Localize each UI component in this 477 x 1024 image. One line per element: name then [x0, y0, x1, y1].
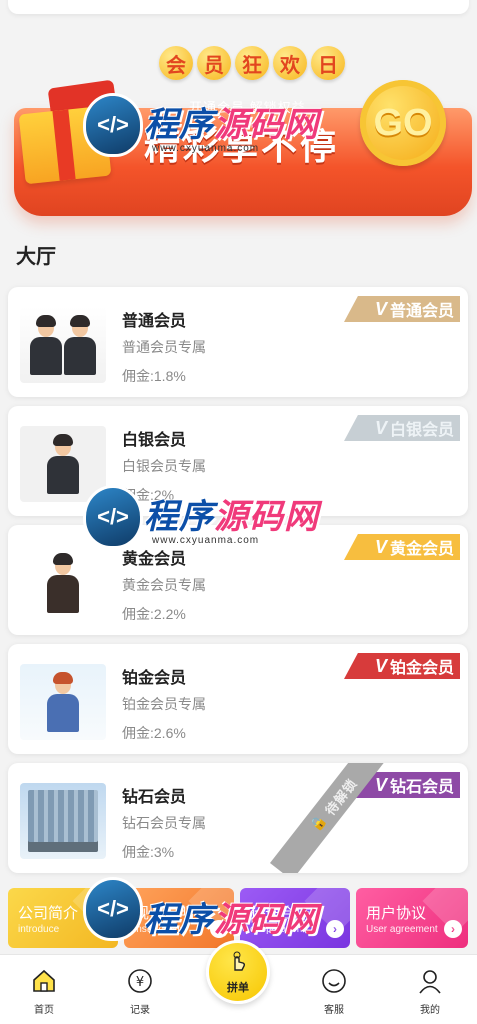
yen-circle-icon: ¥ — [126, 967, 154, 995]
banner-pill: 员 — [197, 46, 231, 80]
watermark-url: www.cxyuanma.com — [152, 143, 260, 154]
office-building-avatar — [20, 783, 106, 859]
member-commission: 佣金:2.6% — [122, 725, 186, 741]
nav-group-order-button[interactable]: 拼单 — [206, 940, 270, 1004]
graduates-avatar — [20, 307, 106, 383]
home-icon — [30, 967, 58, 995]
watermark-url: www.cxyuanma.com — [152, 535, 260, 546]
watermark-cn-b: 源码网 — [214, 498, 319, 536]
member-card-zuanshi[interactable]: 钻石会员 钻石会员专属 佣金:3% V 钻石会员 🔒 待解锁 — [8, 763, 468, 873]
banner-pill: 会 — [159, 46, 193, 80]
tile-title: 公司简介 — [18, 905, 79, 922]
banner-pill: 日 — [311, 46, 345, 80]
tap-hand-icon — [227, 950, 249, 977]
tile-subtitle: User agreement — [366, 924, 438, 935]
banner-pill: 欢 — [273, 46, 307, 80]
chevron-right-icon: › — [444, 920, 462, 938]
nav-label: 客服 — [324, 1005, 344, 1016]
banner-pill: 狂 — [235, 46, 269, 80]
member-tag: V 黄金会员 — [344, 534, 460, 560]
lock-icon: 🔒 — [307, 811, 330, 835]
tile-user-agreement[interactable]: 用户协议 User agreement › — [356, 888, 468, 948]
nav-label: 记录 — [130, 1005, 150, 1016]
manager-avatar — [20, 545, 106, 621]
watermark-cn-a: 程序 — [144, 901, 214, 939]
nav-label: 首页 — [34, 1005, 54, 1016]
banner-title-pills: 会 员 狂 欢 日 — [159, 46, 345, 80]
chevron-right-icon: › — [326, 920, 344, 938]
member-desc: 钻石会员专属 — [122, 815, 206, 831]
member-desc: 铂金会员专属 — [122, 696, 206, 712]
watermark-cn-a: 程序 — [144, 106, 214, 144]
code-shield-icon: </> — [86, 96, 140, 154]
go-label: GO — [373, 101, 433, 144]
nav-service[interactable]: 客服 — [304, 967, 364, 1016]
watermark-cn-a: 程序 — [144, 498, 214, 536]
watermark-cn-b: 源码网 — [214, 901, 319, 939]
previous-card — [8, 0, 469, 14]
member-commission: 佣金:1.8% — [122, 368, 186, 384]
member-commission: 佣金:2.2% — [122, 606, 186, 622]
v-badge-icon: V — [374, 774, 387, 795]
nav-home[interactable]: 首页 — [14, 967, 74, 1016]
nav-label: 我的 — [420, 1005, 440, 1016]
member-commission: 佣金:3% — [122, 844, 175, 860]
v-badge-icon: V — [374, 655, 387, 676]
office-woman-avatar — [20, 664, 106, 740]
member-desc: 普通会员专属 — [122, 339, 206, 355]
member-tag: V 白银会员 — [344, 415, 460, 441]
code-shield-icon: </> — [86, 880, 140, 938]
member-card-putong[interactable]: 普通会员 普通会员专属 佣金:1.8% V 普通会员 — [8, 287, 468, 397]
nav-mine[interactable]: 我的 — [400, 967, 460, 1016]
member-desc: 黄金会员专属 — [122, 577, 206, 593]
watermark-logo: </> 程序源码网 www.cxyuanma.com — [86, 96, 319, 154]
nav-records[interactable]: ¥ 记录 — [110, 967, 170, 1016]
member-name: 黄金会员 — [122, 551, 187, 568]
smile-icon — [320, 967, 348, 995]
nav-label: 拼单 — [227, 981, 249, 994]
v-badge-icon: V — [374, 298, 387, 319]
member-tag: V 普通会员 — [344, 296, 460, 322]
member-tag: V 铂金会员 — [344, 653, 460, 679]
v-badge-icon: V — [374, 536, 387, 557]
member-name: 白银会员 — [122, 432, 187, 449]
v-badge-icon: V — [374, 417, 387, 438]
section-title: 大厅 — [16, 246, 56, 268]
watermark-logo: </> 程序源码网 — [86, 880, 319, 938]
watermark-cn-b: 源码网 — [214, 106, 319, 144]
member-card-bojin[interactable]: 铂金会员 铂金会员专属 佣金:2.6% V 铂金会员 — [8, 644, 468, 754]
tile-subtitle: introduce — [18, 924, 60, 935]
member-desc: 白银会员专属 — [122, 458, 206, 474]
member-name: 普通会员 — [122, 313, 187, 330]
svg-text:¥: ¥ — [136, 975, 144, 990]
tile-title: 用户协议 — [366, 905, 427, 922]
watermark-logo: </> 程序源码网 www.cxyuanma.com — [86, 488, 319, 546]
user-icon — [416, 967, 444, 995]
member-name: 铂金会员 — [122, 670, 187, 687]
code-shield-icon: </> — [86, 488, 140, 546]
go-button[interactable]: GO — [360, 80, 446, 166]
member-name: 钻石会员 — [122, 789, 187, 806]
